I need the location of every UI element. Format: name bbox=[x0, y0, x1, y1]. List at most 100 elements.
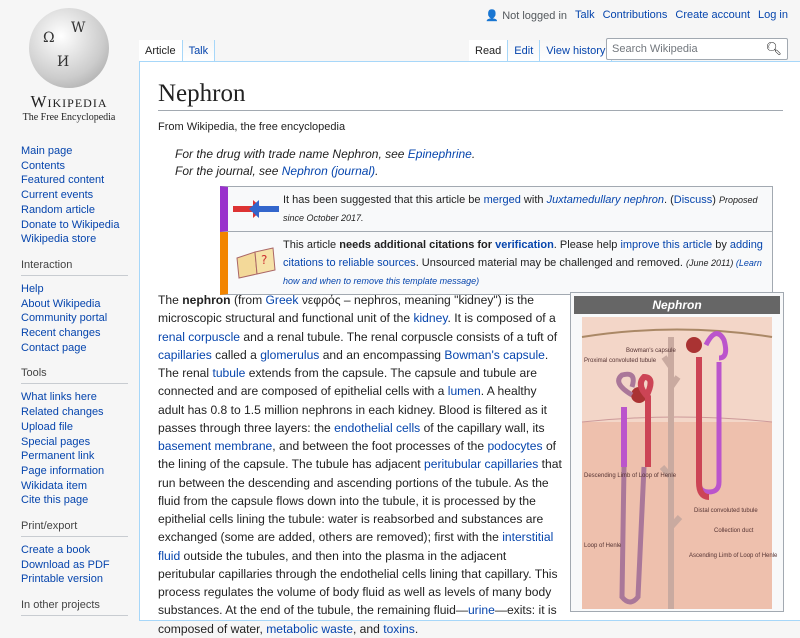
inline-link[interactable]: glomerulus bbox=[260, 348, 319, 362]
wikipedia-logo[interactable]: ΩWИ Wikipedia The Free Encyclopedia bbox=[14, 8, 124, 123]
sidebar-item-create-a-book[interactable]: Create a book bbox=[21, 543, 138, 558]
label-bowman: Bowman's capsule bbox=[626, 348, 677, 354]
text-segment: nephron bbox=[182, 293, 231, 307]
sidebar-item-special-pages[interactable]: Special pages bbox=[21, 435, 138, 450]
interaction-portal: Interaction Help About Wikipedia Community … bbox=[0, 259, 138, 356]
sidebar-item-page-information[interactable]: Page information bbox=[21, 464, 138, 479]
inline-link[interactable]: kidney bbox=[413, 311, 447, 325]
inline-link[interactable]: verification bbox=[495, 239, 554, 251]
sidebar-item-main-page[interactable]: Main page bbox=[21, 144, 138, 159]
inline-link[interactable]: Juxtamedullary nephron bbox=[547, 194, 664, 206]
text-segment: For the journal, see bbox=[175, 164, 282, 178]
merge-notice: It has been suggested that this article … bbox=[220, 186, 773, 232]
logo-tagline: The Free Encyclopedia bbox=[22, 112, 116, 123]
hatnote: For the journal, see Nephron (journal). bbox=[175, 163, 782, 180]
site-subtitle: From Wikipedia, the free encyclopedia bbox=[158, 121, 346, 133]
nephron-diagram[interactable]: Proximal convoluted tubule Bowman's caps… bbox=[574, 317, 780, 609]
not-logged-in: 👤 Not logged in bbox=[485, 9, 567, 22]
text-segment: needs additional citations for bbox=[339, 239, 496, 251]
book-question-icon: ? bbox=[228, 232, 283, 294]
inline-link[interactable]: renal corpuscle bbox=[158, 330, 240, 344]
sidebar-item-featured-content[interactable]: Featured content bbox=[21, 173, 138, 188]
inline-link[interactable]: merged bbox=[484, 194, 521, 206]
create-account-link[interactable]: Create account bbox=[675, 9, 750, 22]
text-segment: . It is composed of a bbox=[447, 311, 556, 326]
text-segment: ) bbox=[712, 194, 719, 206]
tab-view-history[interactable]: View history bbox=[540, 40, 613, 62]
label-ascending: Ascending Limb of Loop of Henle bbox=[689, 553, 778, 559]
citation-notice: ? This article needs additional citation… bbox=[220, 232, 773, 295]
inline-link[interactable]: peritubular capillaries bbox=[424, 457, 538, 471]
other-projects-portal: In other projects bbox=[0, 599, 138, 617]
sidebar-item-wikipedia-store[interactable]: Wikipedia store bbox=[21, 232, 138, 247]
search-input[interactable]: Search Wikipedia 🔍︎ bbox=[606, 38, 788, 60]
text-segment: , and between the foot processes of the bbox=[272, 439, 488, 453]
inline-link[interactable]: improve this article bbox=[620, 239, 712, 251]
sidebar-item-help[interactable]: Help bbox=[21, 282, 138, 297]
label-collection: Collection duct bbox=[714, 528, 754, 534]
log-in-link[interactable]: Log in bbox=[758, 9, 788, 22]
sidebar-item-recent-changes[interactable]: Recent changes bbox=[21, 326, 138, 341]
hatnote: For the drug with trade name Nephron, se… bbox=[175, 146, 782, 163]
inline-link[interactable]: urine bbox=[468, 603, 495, 617]
sidebar-item-cite-this-page[interactable]: Cite this page bbox=[21, 493, 138, 508]
sidebar-item-donate-to-wikipedia[interactable]: Donate to Wikipedia bbox=[21, 218, 138, 233]
text-segment: . bbox=[471, 147, 476, 161]
inline-link[interactable]: capillaries bbox=[158, 348, 212, 362]
inline-link[interactable]: Epinephrine bbox=[408, 147, 472, 161]
sidebar-item-random-article[interactable]: Random article bbox=[21, 203, 138, 218]
print-heading: Print/export bbox=[21, 520, 128, 538]
tab-edit[interactable]: Edit bbox=[508, 40, 541, 62]
navigation-portal: Main page Contents Featured content Current… bbox=[0, 144, 138, 247]
personal-tools: 👤 Not logged in Talk Contributions Creat… bbox=[485, 9, 788, 22]
text-segment: . bbox=[414, 621, 419, 636]
text-segment: (June 2011) bbox=[685, 258, 736, 268]
personal-talk-link[interactable]: Talk bbox=[575, 9, 595, 22]
sidebar-item-download-as-pdf[interactable]: Download as PDF bbox=[21, 558, 138, 573]
label-loop: Loop of Henle bbox=[584, 543, 622, 549]
inline-link[interactable]: Discuss bbox=[674, 194, 713, 206]
sidebar-item-permanent-link[interactable]: Permanent link bbox=[21, 449, 138, 464]
logo-wordmark: Wikipedia bbox=[30, 92, 108, 111]
text-segment: and a renal tubule. The renal corpuscle … bbox=[240, 329, 558, 344]
inline-link[interactable]: toxins bbox=[383, 622, 415, 636]
sidebar-item-printable-version[interactable]: Printable version bbox=[21, 572, 138, 587]
sidebar-item-wikidata-item[interactable]: Wikidata item bbox=[21, 479, 138, 494]
sidebar-item-community-portal[interactable]: Community portal bbox=[21, 311, 138, 326]
text-segment: by bbox=[712, 239, 730, 251]
merge-arrows-icon bbox=[228, 187, 283, 231]
inline-link[interactable]: Greek bbox=[266, 293, 299, 307]
text-segment: . bbox=[375, 164, 379, 178]
inline-link[interactable]: Bowman's capsule bbox=[444, 348, 544, 362]
search-placeholder: Search Wikipedia bbox=[612, 43, 698, 55]
tab-article[interactable]: Article bbox=[139, 40, 183, 62]
article-content: Nephron From Wikipedia, the free encyclo… bbox=[139, 61, 800, 636]
text-segment: . Unsourced material may be challenged a… bbox=[415, 257, 686, 269]
text-segment: of the capillary wall, its bbox=[420, 420, 545, 435]
contributions-link[interactable]: Contributions bbox=[603, 9, 668, 22]
sidebar-item-current-events[interactable]: Current events bbox=[21, 188, 138, 203]
sidebar-item-about-wikipedia[interactable]: About Wikipedia bbox=[21, 297, 138, 312]
sidebar-item-contents[interactable]: Contents bbox=[21, 159, 138, 174]
sidebar-item-what-links-here[interactable]: What links here bbox=[21, 390, 138, 405]
sidebar-item-upload-file[interactable]: Upload file bbox=[21, 420, 138, 435]
inline-link[interactable]: endothelial cells bbox=[334, 421, 420, 435]
label-descending: Descending Limb of Loop of Henle bbox=[584, 473, 677, 479]
sidebar-item-contact-page[interactable]: Contact page bbox=[21, 341, 138, 356]
search-icon[interactable]: 🔍︎ bbox=[765, 41, 782, 57]
inline-link[interactable]: metabolic waste bbox=[266, 622, 353, 636]
tab-talk[interactable]: Talk bbox=[182, 40, 216, 62]
interaction-heading: Interaction bbox=[21, 259, 128, 276]
tab-read[interactable]: Read bbox=[469, 40, 509, 62]
inline-link[interactable]: Nephron (journal) bbox=[282, 164, 375, 178]
label-distal: Distal convoluted tubule bbox=[694, 508, 758, 514]
sidebar-item-related-changes[interactable]: Related changes bbox=[21, 405, 138, 420]
text-segment: For the drug with trade name Nephron, se… bbox=[175, 147, 408, 161]
inline-link[interactable]: podocytes bbox=[487, 439, 542, 453]
inline-link[interactable]: lumen bbox=[448, 384, 481, 398]
tools-heading: Tools bbox=[21, 367, 128, 385]
text-segment: It has been suggested that this article … bbox=[283, 194, 484, 206]
inline-link[interactable]: basement membrane bbox=[158, 439, 272, 453]
inline-link[interactable]: tubule bbox=[212, 366, 245, 380]
text-segment: . Please help bbox=[553, 239, 621, 251]
